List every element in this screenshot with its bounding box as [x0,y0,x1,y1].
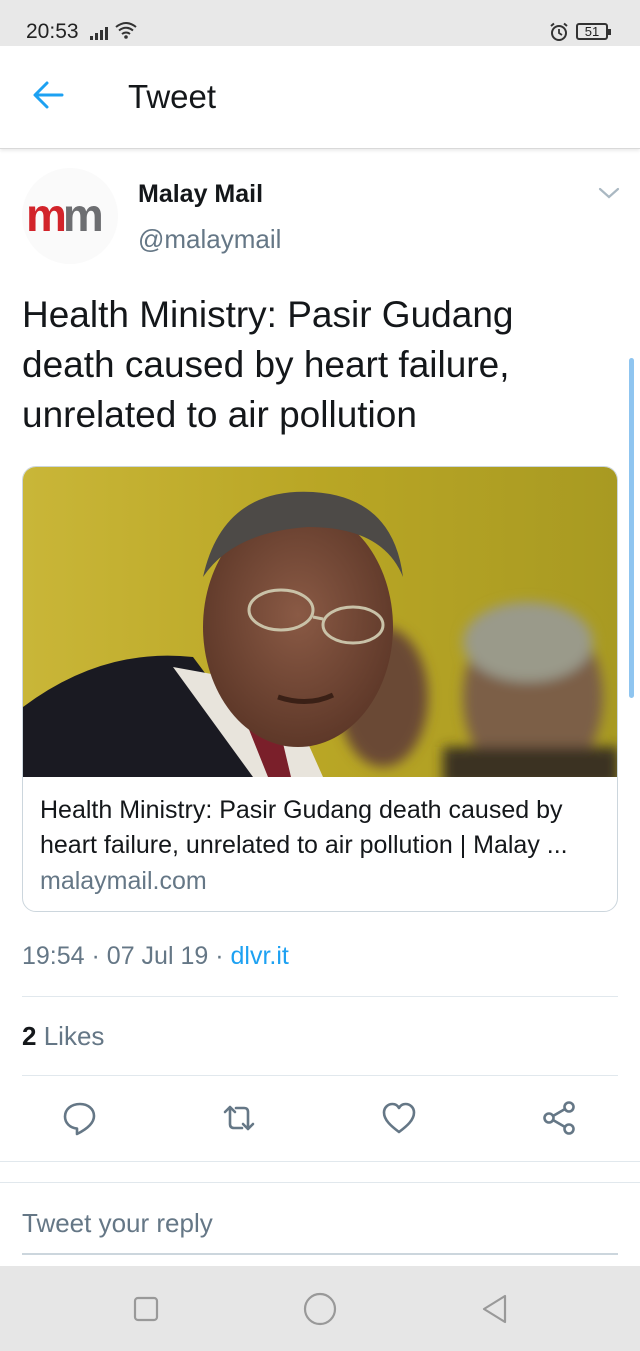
likes-label: Likes [43,1021,105,1051]
home-circle-icon[interactable] [303,1292,337,1326]
avatar[interactable]: mm [22,168,118,264]
status-time: 20:53 [26,20,79,43]
likes-count[interactable]: 2 Likes [22,1021,104,1052]
system-nav-bar [0,1266,640,1351]
reply-composer [0,1182,640,1267]
wifi-icon [115,22,137,39]
back-arrow-icon[interactable] [32,80,64,110]
link-card[interactable]: Health Ministry: Pasir Gudang death caus… [22,466,618,912]
divider [0,1161,640,1162]
battery-indicator: 51 [576,23,611,40]
author-handle[interactable]: @malaymail [138,224,281,255]
author-name[interactable]: Malay Mail [138,180,263,209]
status-bar: 20:53 51 [0,0,640,46]
back-triangle-icon[interactable] [480,1293,508,1325]
scrollbar[interactable] [629,358,634,698]
app-bar: Tweet [0,46,640,149]
alarm-icon [550,22,568,41]
page-title: Tweet [128,78,217,115]
heart-icon[interactable] [381,1100,417,1136]
tweet-meta: 19:54 · 07 Jul 19 · dlvr.it [22,942,289,971]
divider [22,1075,618,1076]
meta-separator-2: · [215,942,224,970]
reply-icon[interactable] [62,1100,98,1136]
tweet-text: Health Ministry: Pasir Gudang death caus… [22,294,514,435]
chevron-down-icon[interactable] [598,186,620,200]
card-image [23,467,617,777]
tweet-date: 07 Jul 19 [106,942,209,970]
divider [22,996,618,997]
card-domain: malaymail.com [40,867,207,895]
signal-icon [90,27,108,40]
tweet-time: 19:54 [22,942,85,970]
likes-number: 2 [22,1021,37,1051]
retweet-icon[interactable] [221,1100,257,1136]
meta-separator: · [91,942,100,970]
card-title: Health Ministry: Pasir Gudang death caus… [40,796,568,859]
reply-input[interactable] [22,1193,618,1255]
share-icon[interactable] [541,1100,577,1136]
tweet-source-link[interactable]: dlvr.it [231,942,289,970]
avatar-logo: mm [26,189,104,241]
recents-square-icon[interactable] [133,1296,159,1322]
